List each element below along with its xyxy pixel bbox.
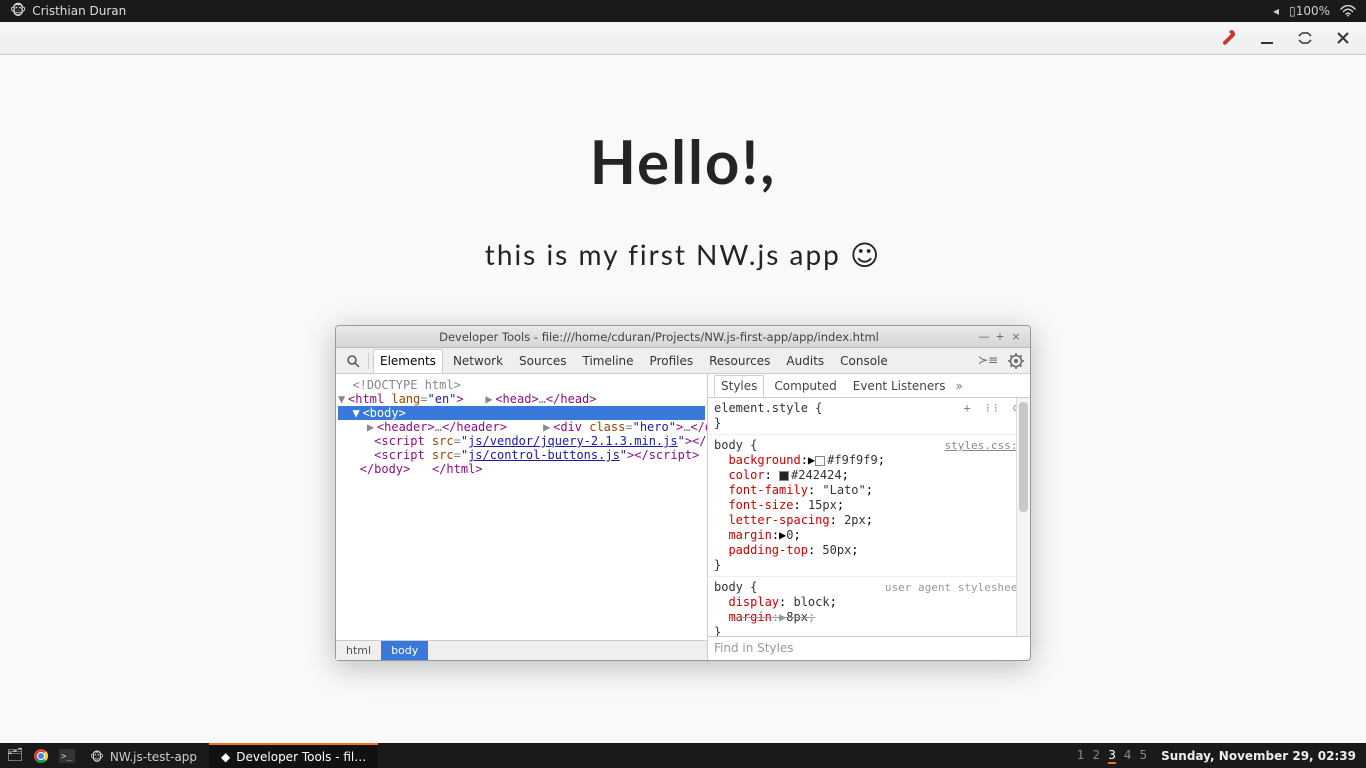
caret-icon[interactable]: ◂ [1273, 4, 1279, 18]
clock[interactable]: Sunday, November 29, 02:39 [1161, 749, 1366, 763]
wrench-icon[interactable] [1218, 28, 1238, 48]
styletab-computed[interactable]: Computed [768, 376, 842, 396]
search-icon[interactable] [342, 354, 364, 368]
username-label: Cristhian Duran [32, 4, 126, 18]
devtools-minimize-button[interactable]: — [976, 330, 992, 343]
system-tray: ◂ ▯100% [1273, 4, 1356, 18]
crumb-html[interactable]: html [336, 641, 381, 660]
tab-timeline[interactable]: Timeline [577, 350, 640, 372]
dom-selected-body[interactable]: ▼<body> [338, 406, 705, 420]
styles-panel: Styles Computed Event Listeners » + ⁝⁝ ⊙… [708, 374, 1030, 660]
terminal-icon[interactable]: >_ [56, 747, 78, 765]
drawer-icon[interactable]: ≻≡ [978, 353, 998, 369]
hero-subtitle: this is my first NW.js app ☺ [0, 237, 1366, 272]
devtools-tabs: Elements Network Sources Timeline Profil… [336, 348, 1030, 374]
tab-profiles[interactable]: Profiles [644, 350, 700, 372]
find-in-styles[interactable]: Find in Styles [708, 636, 1030, 660]
maximize-button[interactable] [1296, 29, 1314, 47]
crumb-body[interactable]: body [381, 641, 428, 660]
hero: Hello!, this is my first NW.js app ☺ [0, 55, 1366, 272]
minimize-button[interactable] [1258, 29, 1276, 47]
chrome-icon[interactable] [30, 747, 52, 765]
devtools-close-button[interactable]: × [1008, 330, 1024, 343]
tab-audits[interactable]: Audits [780, 350, 830, 372]
tab-console[interactable]: Console [834, 350, 894, 372]
workspaces: 1 2 3 4 5 [1077, 748, 1161, 764]
taskbar: 🗂 >_ 🐵 NW.js-test-app ◆ Developer Tools … [0, 743, 1366, 768]
rule-body[interactable]: styles.css:1 body { background:▶#f9f9f9;… [708, 435, 1030, 577]
breadcrumb: html body [336, 640, 707, 660]
workspace-4[interactable]: 4 [1124, 748, 1132, 764]
monkey-icon: 🐵 [90, 750, 104, 764]
devtools-title: Developer Tools - file:///home/cduran/Pr… [342, 330, 976, 344]
monkey-icon: 🐵 [10, 3, 26, 19]
styletab-eventlisteners[interactable]: Event Listeners [847, 376, 952, 396]
hero-title: Hello!, [0, 125, 1366, 197]
tab-elements[interactable]: Elements [373, 349, 443, 373]
devtools-task-icon: ◆ [221, 750, 230, 764]
files-icon[interactable]: 🗂 [4, 747, 26, 765]
task-label: Developer Tools - fil… [236, 750, 366, 764]
task-label: NW.js-test-app [110, 750, 197, 764]
devtools-titlebar[interactable]: Developer Tools - file:///home/cduran/Pr… [336, 326, 1030, 348]
uas-label: user agent stylesheet [885, 580, 1024, 595]
more-icon[interactable]: » [955, 379, 962, 393]
gear-icon[interactable] [1008, 353, 1024, 369]
system-topbar: 🐵 Cristhian Duran ◂ ▯100% [0, 0, 1366, 22]
dom-tree[interactable]: <!DOCTYPE html> ▼<html lang="en"> ▶<head… [336, 374, 707, 640]
style-actions[interactable]: + ⁝⁝ ⊙ [963, 401, 1024, 416]
workspace-3[interactable]: 3 [1108, 748, 1116, 764]
rule-uas-body[interactable]: user agent stylesheet body { display: bl… [708, 577, 1030, 636]
devtools-window[interactable]: Developer Tools - file:///home/cduran/Pr… [335, 325, 1031, 661]
tab-sources[interactable]: Sources [513, 350, 572, 372]
workspace-1[interactable]: 1 [1077, 748, 1085, 764]
close-button[interactable] [1334, 29, 1352, 47]
app-toolbar [0, 22, 1366, 55]
tab-resources[interactable]: Resources [703, 350, 776, 372]
styletab-styles[interactable]: Styles [714, 375, 764, 397]
battery-icon[interactable]: ▯100% [1289, 4, 1330, 18]
source-link[interactable]: styles.css:1 [945, 438, 1024, 453]
rule-element-style[interactable]: + ⁝⁝ ⊙ element.style { } [708, 398, 1030, 435]
svg-text:>_: >_ [61, 752, 72, 762]
scrollbar[interactable] [1016, 398, 1030, 636]
task-devtools[interactable]: ◆ Developer Tools - fil… [209, 743, 378, 768]
workspace-5[interactable]: 5 [1139, 748, 1147, 764]
devtools-maximize-button[interactable]: + [992, 330, 1008, 343]
elements-panel: <!DOCTYPE html> ▼<html lang="en"> ▶<head… [336, 374, 708, 660]
tab-network[interactable]: Network [447, 350, 509, 372]
task-nwjs[interactable]: 🐵 NW.js-test-app [78, 743, 209, 768]
wifi-icon[interactable] [1340, 5, 1356, 17]
workspace-2[interactable]: 2 [1093, 748, 1101, 764]
